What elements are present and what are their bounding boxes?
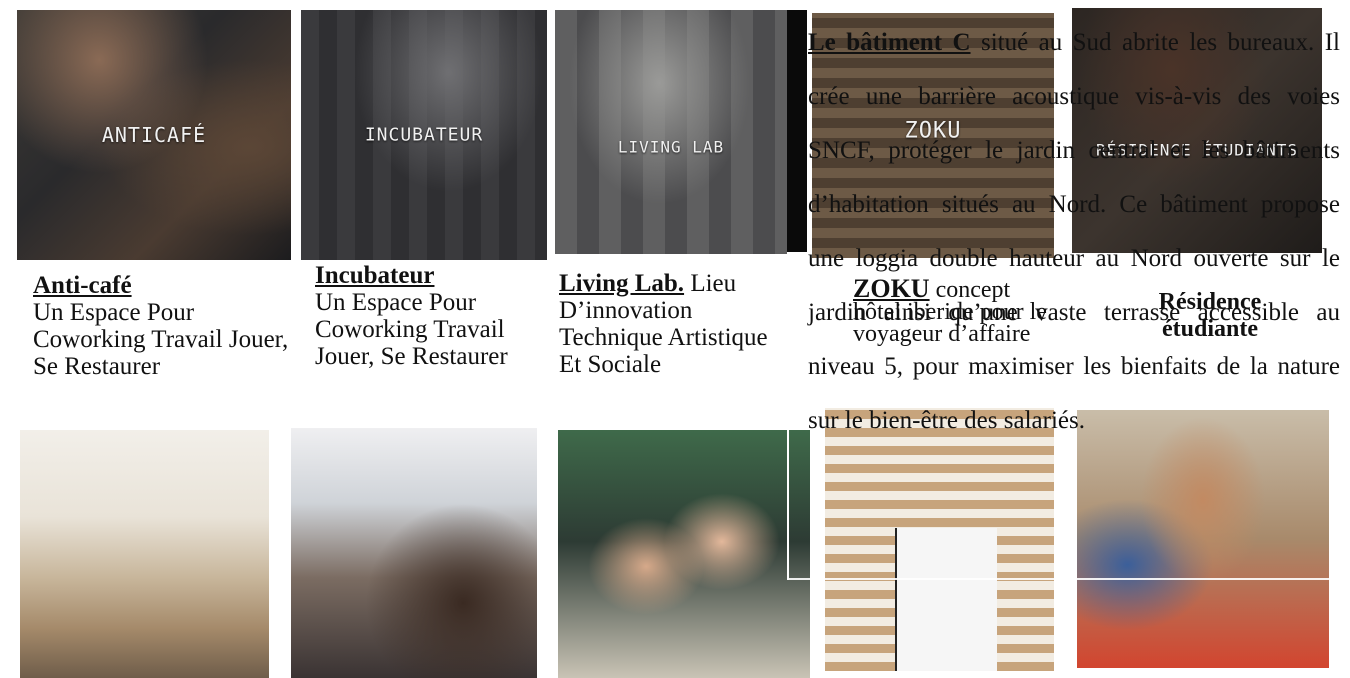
anticafe-tile-label: ANTICAFÉ: [101, 123, 207, 147]
incubateur-photo: [291, 428, 537, 678]
anticafe-caption: Anti-café Un Espace Pour Coworking Trava…: [33, 272, 293, 380]
column-divider: [787, 10, 807, 252]
livinglab-caption: Living Lab. Lieu D’innovation Technique …: [559, 270, 794, 378]
anticafe-hero-image: ANTICAFÉ: [17, 10, 291, 260]
livinglab-hero-image: LIVING LAB: [555, 10, 787, 254]
anticafe-photo: [20, 430, 269, 678]
livinglab-photo: [558, 430, 810, 678]
incubateur-tile-label: INCUBATEUR: [364, 124, 484, 146]
anticafe-caption-text: Un Espace Pour Coworking Travail Jouer, …: [33, 299, 289, 380]
frame-vertical-line: [787, 430, 789, 580]
batiment-c-paragraph: Le bâtiment C situé au Sud abrite les bu…: [808, 16, 1340, 448]
livinglab-caption-title: Living Lab.: [559, 270, 685, 297]
anticafe-caption-title: Anti-café: [33, 272, 132, 299]
incubateur-caption-text: Un Espace Pour Coworking Travail Jouer, …: [315, 289, 508, 370]
residence-photo: [1077, 410, 1329, 668]
incubateur-caption-title: Incubateur: [315, 262, 435, 289]
livinglab-tile-label: LIVING LAB: [617, 137, 725, 157]
zoku-photo-doorway: [895, 528, 997, 671]
paragraph-text: situé au Sud abrite les bureaux. Il crée…: [808, 29, 1341, 434]
paragraph-lead: Le bâtiment C: [808, 29, 971, 56]
frame-horizontal-line: [787, 578, 1330, 580]
incubateur-hero-image: INCUBATEUR: [301, 10, 547, 260]
incubateur-caption: Incubateur Un Espace Pour Coworking Trav…: [315, 262, 545, 370]
